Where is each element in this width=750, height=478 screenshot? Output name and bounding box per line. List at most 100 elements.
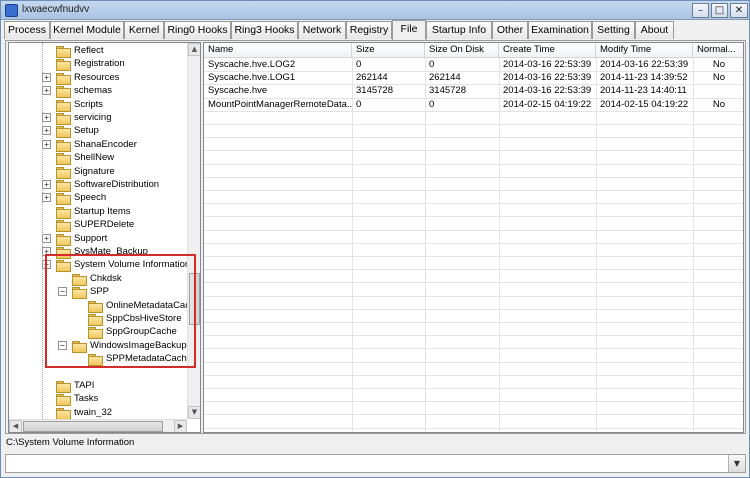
folder-tree[interactable]: Reflect Registration + Resources + schemas Scr… — [8, 42, 201, 433]
tree-item-label: twain_32 — [74, 407, 113, 418]
tree-item[interactable]: Startup Items — [9, 205, 187, 219]
tree-item[interactable]: Signature — [9, 165, 187, 179]
title-bar[interactable]: lxwaecwfnudvv – □ ✕ — [1, 1, 749, 20]
grid-line — [204, 414, 743, 415]
column-header-normal[interactable]: Normal... — [693, 43, 743, 58]
tree-item[interactable]: + Resources — [9, 71, 187, 85]
expand-icon[interactable]: + — [42, 180, 51, 189]
tree-horizontal-scroll-thumb[interactable] — [23, 421, 163, 432]
expand-icon[interactable]: + — [42, 234, 51, 243]
tab-kernel-module[interactable]: Kernel Module — [50, 21, 124, 39]
collapse-icon[interactable]: − — [42, 260, 51, 269]
tab-other[interactable]: Other — [492, 21, 528, 39]
tree-item[interactable]: Chkdsk — [9, 272, 187, 286]
tree-item[interactable]: + Support — [9, 232, 187, 246]
minimize-button[interactable]: – — [692, 3, 709, 18]
tree-item[interactable]: + SoftwareDistribution — [9, 178, 187, 192]
scroll-right-icon[interactable]: ▶ — [174, 420, 187, 432]
collapse-icon[interactable]: − — [58, 341, 67, 350]
chevron-down-icon[interactable]: ▼ — [728, 455, 745, 472]
tree-item[interactable]: twain_32 — [9, 406, 187, 419]
main-tab-strip: Process Kernel Module Kernel Ring0 Hooks… — [4, 20, 748, 40]
expand-icon[interactable]: + — [42, 113, 51, 122]
table-cell: Syscache.hve.LOG1 — [208, 72, 296, 83]
command-combobox[interactable]: ▼ — [5, 454, 746, 473]
tree-vertical-scrollbar[interactable]: ▲ ▼ — [187, 43, 200, 419]
column-header-create-time[interactable]: Create Time — [499, 43, 596, 58]
scroll-down-icon[interactable]: ▼ — [188, 406, 200, 419]
grid-line — [204, 375, 743, 376]
close-button[interactable]: ✕ — [730, 3, 748, 18]
tree-horizontal-scrollbar[interactable]: ◀ ▶ — [9, 419, 187, 432]
tree-item-label: Resources — [74, 72, 120, 83]
tree-item-label: ShanaEncoder — [74, 139, 137, 150]
column-header-size-on-disk[interactable]: Size On Disk — [425, 43, 499, 58]
tab-registry[interactable]: Registry — [346, 21, 392, 39]
file-list[interactable]: Name Size Size On Disk Create Time Modif… — [203, 42, 744, 433]
column-header-modify-time[interactable]: Modify Time — [596, 43, 693, 58]
tree-item-label: SysMate_Backup — [74, 246, 148, 257]
tree-item[interactable]: SPPMetadataCache — [9, 352, 187, 366]
tree-item[interactable]: − WindowsImageBackup — [9, 339, 187, 353]
tree-item-label: Setup — [74, 125, 99, 136]
tab-about[interactable]: About — [635, 21, 674, 39]
tree-item[interactable]: + SysMate_Backup — [9, 245, 187, 259]
grid-line — [352, 58, 353, 432]
tree-item[interactable]: SUPERDelete — [9, 218, 187, 232]
tree-item-label: SppCbsHiveStore — [106, 313, 182, 324]
tab-ring3-hooks[interactable]: Ring3 Hooks — [231, 21, 298, 39]
table-cell: 3145728 — [356, 85, 393, 96]
tab-startup-info[interactable]: Startup Info — [426, 21, 492, 39]
table-cell: Syscache.hve.LOG2 — [208, 59, 296, 70]
expand-icon[interactable]: + — [42, 126, 51, 135]
tree-item[interactable]: Scripts — [9, 98, 187, 112]
tab-ring0-hooks[interactable]: Ring0 Hooks — [164, 21, 231, 39]
column-header-size[interactable]: Size — [352, 43, 425, 58]
expand-icon[interactable]: + — [42, 140, 51, 149]
tab-kernel[interactable]: Kernel — [124, 21, 164, 39]
table-cell: No — [712, 72, 726, 83]
tab-file[interactable]: File — [392, 20, 426, 40]
grid-line — [204, 230, 743, 231]
tree-item[interactable]: Tasks — [9, 392, 187, 406]
tree-item[interactable]: SppGroupCache — [9, 325, 187, 339]
expand-icon[interactable]: + — [42, 247, 51, 256]
scroll-up-icon[interactable]: ▲ — [188, 43, 200, 56]
tree-item[interactable]: OnlineMetadataCache — [9, 299, 187, 313]
folder-icon — [56, 86, 71, 98]
tree-item[interactable]: + schemas — [9, 84, 187, 98]
expand-icon[interactable]: + — [42, 73, 51, 82]
tree-item[interactable]: + Speech — [9, 191, 187, 205]
tree-item[interactable]: + Setup — [9, 124, 187, 138]
tree-item[interactable]: + servicing — [9, 111, 187, 125]
command-input[interactable] — [6, 455, 726, 472]
grid-line — [204, 150, 743, 151]
tree-item[interactable]: Reflect — [9, 44, 187, 58]
tree-item[interactable]: Registration — [9, 57, 187, 71]
collapse-icon[interactable]: − — [58, 287, 67, 296]
table-cell: 262144 — [356, 72, 388, 83]
tree-item-label: SPPMetadataCache — [106, 353, 187, 364]
tree-item-label: ShellNew — [74, 152, 115, 163]
table-cell: 2014-02-15 04:19:22 — [503, 99, 592, 110]
grid-line — [204, 362, 743, 363]
tab-process[interactable]: Process — [4, 21, 50, 39]
expand-icon[interactable]: + — [42, 193, 51, 202]
folder-icon — [56, 167, 71, 179]
scroll-left-icon[interactable]: ◀ — [9, 420, 22, 432]
tab-examination[interactable]: Examination — [528, 21, 592, 39]
tab-setting[interactable]: Setting — [592, 21, 635, 39]
tree-item[interactable]: ShellNew — [9, 151, 187, 165]
tree-item[interactable]: − SPP — [9, 285, 187, 299]
grid-line — [204, 282, 743, 283]
tree-item[interactable] — [9, 366, 187, 379]
maximize-button[interactable]: □ — [711, 3, 728, 18]
tab-network[interactable]: Network — [298, 21, 346, 39]
tree-item[interactable]: SppCbsHiveStore — [9, 312, 187, 326]
tree-item[interactable]: − System Volume Information — [9, 258, 187, 272]
column-header-name[interactable]: Name — [204, 43, 352, 58]
tree-vertical-scroll-thumb[interactable] — [189, 273, 200, 325]
expand-icon[interactable]: + — [42, 86, 51, 95]
tree-item[interactable]: + ShanaEncoder — [9, 138, 187, 152]
tree-item[interactable]: TAPI — [9, 379, 187, 393]
